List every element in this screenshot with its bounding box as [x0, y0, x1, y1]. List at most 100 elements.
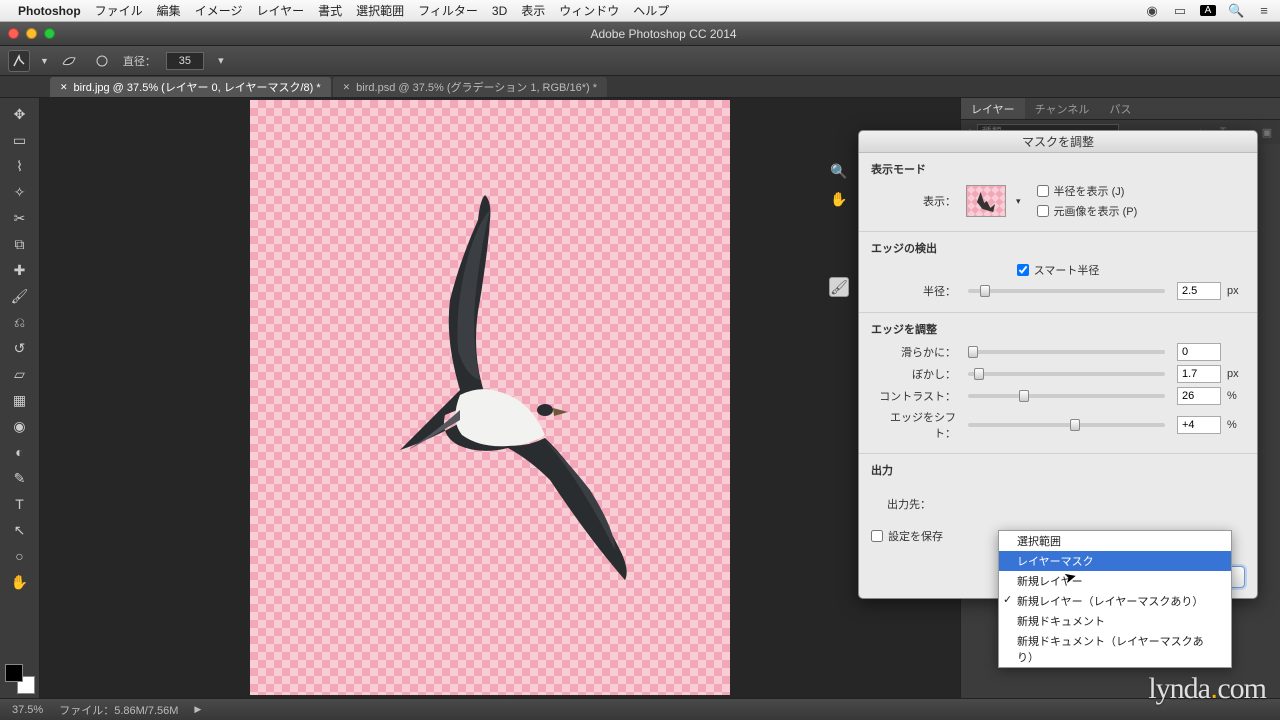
contrast-slider[interactable] [968, 394, 1165, 398]
type-tool-icon[interactable]: T [7, 492, 33, 516]
menu-image[interactable]: イメージ [195, 2, 243, 19]
dropdown-option[interactable]: 新規ドキュメント（レイヤーマスクあり） [999, 631, 1231, 667]
chevron-down-icon[interactable]: ▾ [1016, 196, 1021, 207]
hand-tool-icon[interactable]: ✋ [7, 570, 33, 594]
show-original-checkbox[interactable]: 元画像を表示 (P) [1037, 203, 1138, 219]
menu-3d[interactable]: 3D [492, 4, 507, 18]
color-swatches[interactable] [5, 664, 35, 694]
brush-settings-icon[interactable] [91, 50, 113, 72]
menu-select[interactable]: 選択範囲 [356, 2, 404, 19]
feather-slider[interactable] [968, 372, 1165, 376]
canvas-area[interactable] [40, 98, 960, 698]
smooth-slider[interactable] [968, 350, 1165, 354]
traffic-lights[interactable] [8, 28, 55, 39]
foreground-color-swatch[interactable] [5, 664, 23, 682]
refine-brush-tool-icon[interactable]: 🖌 [829, 277, 849, 297]
zoom-window-icon[interactable] [44, 28, 55, 39]
contrast-label: コントラスト： [871, 388, 956, 404]
close-window-icon[interactable] [8, 28, 19, 39]
radius-input[interactable] [1177, 282, 1221, 300]
zoom-level[interactable]: 37.5% [12, 704, 43, 716]
dodge-tool-icon[interactable]: ◐ [7, 440, 33, 464]
magic-wand-tool-icon[interactable]: ✧ [7, 180, 33, 204]
history-brush-tool-icon[interactable]: ↺ [7, 336, 33, 360]
size-dropdown-icon[interactable]: ▾ [214, 54, 228, 68]
pen-tool-icon[interactable]: ✎ [7, 466, 33, 490]
menu-edit[interactable]: 編集 [157, 2, 181, 19]
shape-tool-icon[interactable]: ○ [7, 544, 33, 568]
tab-label: bird.jpg @ 37.5% (レイヤー 0, レイヤーマスク/8) * [74, 79, 321, 95]
eyedropper-tool-icon[interactable]: ⧉ [7, 232, 33, 256]
brush-preset-icon[interactable] [59, 50, 81, 72]
stamp-tool-icon[interactable]: ⎌ [7, 310, 33, 334]
statusbar-arrow-icon[interactable]: ▶ [194, 704, 201, 715]
view-label: 表示： [871, 193, 956, 209]
document-tab[interactable]: ✕ bird.jpg @ 37.5% (レイヤー 0, レイヤーマスク/8) * [50, 77, 331, 97]
brush-tool-icon[interactable]: 🖌 [7, 284, 33, 308]
dropdown-option[interactable]: 選択範囲 [999, 531, 1231, 551]
view-mode-thumbnail[interactable] [966, 185, 1006, 217]
minimize-window-icon[interactable] [26, 28, 37, 39]
dropdown-option[interactable]: 新規レイヤー [999, 571, 1231, 591]
unit-pct: % [1227, 419, 1245, 431]
current-tool-icon[interactable] [8, 50, 30, 72]
crop-tool-icon[interactable]: ✂ [7, 206, 33, 230]
layers-panel-tab[interactable]: レイヤー [961, 98, 1025, 119]
feather-input[interactable] [1177, 365, 1221, 383]
text-icon[interactable]: A [1200, 5, 1216, 16]
shift-edge-input[interactable] [1177, 416, 1221, 434]
document-tab[interactable]: ✕ bird.psd @ 37.5% (グラデーション 1, RGB/16*) … [333, 77, 607, 97]
smart-radius-checkbox[interactable]: スマート半径 [1017, 262, 1100, 278]
document-tabs: ✕ bird.jpg @ 37.5% (レイヤー 0, レイヤーマスク/8) *… [0, 76, 1280, 98]
smooth-input[interactable] [1177, 343, 1221, 361]
shift-edge-slider[interactable] [968, 423, 1165, 427]
dropdown-option[interactable]: 新規レイヤー（レイヤーマスクあり） [999, 591, 1231, 611]
remember-settings-checkbox[interactable]: 設定を保存 [871, 528, 943, 544]
filter-smart-icon[interactable]: ▣ [1260, 126, 1274, 139]
marquee-tool-icon[interactable]: ▭ [7, 128, 33, 152]
window-title: Adobe Photoshop CC 2014 [55, 27, 1272, 41]
eraser-tool-icon[interactable]: ▱ [7, 362, 33, 386]
path-tool-icon[interactable]: ↖ [7, 518, 33, 542]
radius-slider[interactable] [968, 289, 1165, 293]
display-icon[interactable]: ▭ [1172, 3, 1188, 19]
menu-filter[interactable]: フィルター [418, 2, 478, 19]
options-bar: ▼ 直径： ▾ [0, 46, 1280, 76]
close-tab-icon[interactable]: ✕ [343, 82, 351, 93]
output-to-dropdown[interactable]: 選択範囲 レイヤーマスク 新規レイヤー 新規レイヤー（レイヤーマスクあり） 新規… [998, 530, 1232, 668]
gradient-tool-icon[interactable]: ▦ [7, 388, 33, 412]
sync-icon[interactable]: ◉ [1144, 3, 1160, 19]
size-label: 直径： [123, 53, 156, 69]
spotlight-icon[interactable]: 🔍 [1228, 3, 1244, 19]
channels-panel-tab[interactable]: チャンネル [1025, 98, 1100, 119]
contrast-input[interactable] [1177, 387, 1221, 405]
zoom-tool-icon[interactable]: 🔍 [829, 161, 849, 181]
view-mode-heading: 表示モード [871, 161, 1245, 177]
brush-size-input[interactable] [166, 52, 204, 70]
menu-help[interactable]: ヘルプ [633, 2, 669, 19]
menu-type[interactable]: 書式 [318, 2, 342, 19]
document-canvas[interactable] [250, 100, 730, 695]
close-tab-icon[interactable]: ✕ [60, 82, 68, 93]
lasso-tool-icon[interactable]: ⌇ [7, 154, 33, 178]
move-tool-icon[interactable]: ✥ [7, 102, 33, 126]
output-heading: 出力 [871, 462, 1245, 478]
healing-tool-icon[interactable]: ✚ [7, 258, 33, 282]
menu-view[interactable]: 表示 [521, 2, 545, 19]
output-to-label: 出力先： [871, 496, 931, 512]
app-name[interactable]: Photoshop [18, 4, 81, 18]
paths-panel-tab[interactable]: パス [1099, 98, 1141, 119]
menu-file[interactable]: ファイル [95, 2, 143, 19]
show-radius-checkbox[interactable]: 半径を表示 (J) [1037, 183, 1138, 199]
window-titlebar: Adobe Photoshop CC 2014 [0, 22, 1280, 46]
dropdown-option[interactable]: レイヤーマスク [999, 551, 1231, 571]
menu-window[interactable]: ウィンドウ [559, 2, 619, 19]
menu-list-icon[interactable]: ≡ [1256, 3, 1272, 18]
unit-px: px [1227, 285, 1245, 297]
dropdown-option[interactable]: 新規ドキュメント [999, 611, 1231, 631]
blur-tool-icon[interactable]: ◉ [7, 414, 33, 438]
menu-layer[interactable]: レイヤー [256, 2, 304, 19]
chevron-down-icon[interactable]: ▼ [40, 56, 49, 66]
hand-tool-icon[interactable]: ✋ [829, 189, 849, 209]
unit-px: px [1227, 368, 1245, 380]
